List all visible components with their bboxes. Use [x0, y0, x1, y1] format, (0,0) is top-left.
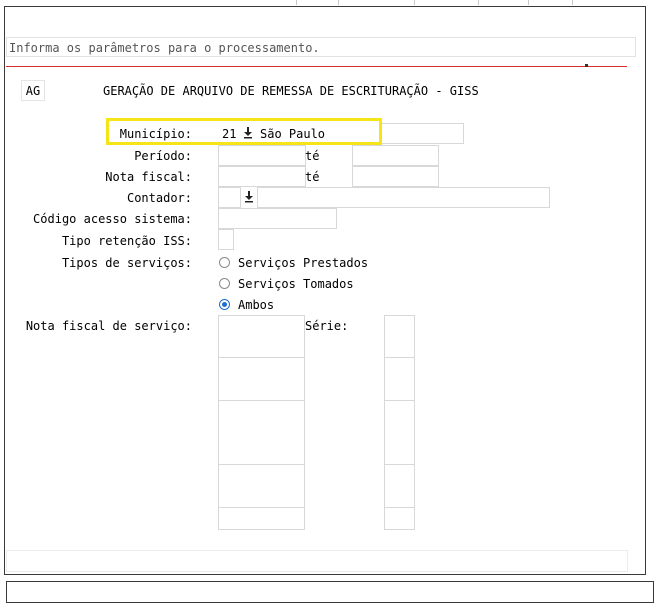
nota-fiscal-label: Nota fiscal:	[105, 170, 192, 184]
program-code: AG	[21, 80, 45, 101]
nf-serie-cell[interactable]	[384, 401, 415, 423]
nf-serie-cell[interactable]	[384, 486, 415, 508]
tipo-retencao-input[interactable]	[218, 229, 234, 250]
nota-fiscal-ate-label: té	[305, 170, 320, 184]
nf-number-cell[interactable]	[218, 443, 305, 465]
nf-number-cell[interactable]	[218, 422, 305, 444]
top-divider	[338, 0, 339, 5]
nf-servico-label: Nota fiscal de serviço:	[25, 319, 192, 333]
nf-number-cell[interactable]	[218, 486, 305, 508]
ambos-label: Ambos	[238, 298, 275, 312]
nf-serie-cell[interactable]	[384, 358, 415, 380]
top-divider	[478, 0, 479, 5]
serie-label: Série:	[305, 319, 349, 333]
tipos-servicos-label: Tipos de serviços:	[61, 256, 192, 270]
nf-serie-cell[interactable]	[384, 443, 415, 465]
radio-ambos[interactable]	[219, 299, 230, 310]
download-arrow-icon[interactable]	[243, 190, 255, 204]
nf-number-cell[interactable]	[218, 401, 305, 423]
top-divider	[528, 0, 529, 5]
nota-fiscal-from-input[interactable]	[218, 166, 306, 187]
nf-serie-cell[interactable]	[384, 379, 415, 401]
codigo-acesso-input[interactable]	[218, 208, 337, 229]
nf-number-cell[interactable]	[218, 465, 305, 487]
highlight-box	[106, 118, 382, 145]
top-divider	[414, 0, 415, 5]
contador-label: Contador:	[126, 191, 192, 205]
top-divider	[296, 0, 297, 5]
header-divider	[6, 66, 627, 67]
nf-serie-cell[interactable]	[384, 508, 415, 530]
servicos-prestados-label: Serviços Prestados	[238, 256, 369, 270]
nf-number-cell[interactable]	[218, 315, 305, 337]
radio-servicos-prestados[interactable]	[219, 257, 230, 268]
nf-serie-cell[interactable]	[384, 336, 415, 358]
divider-marker	[585, 64, 588, 67]
nf-number-cell[interactable]	[218, 336, 305, 358]
codigo-acesso-label: Código acesso sistema:	[33, 212, 192, 226]
bottom-panel	[6, 550, 628, 572]
nota-fiscal-to-input[interactable]	[352, 166, 439, 187]
message-bar: Informa os parâmetros para o processamen…	[6, 37, 636, 57]
contador-name-field	[257, 187, 550, 208]
nf-number-cell[interactable]	[218, 508, 305, 530]
nf-number-cell[interactable]	[218, 379, 305, 401]
nf-number-cell[interactable]	[218, 358, 305, 380]
contador-code-input[interactable]	[218, 187, 241, 208]
nf-serie-cell[interactable]	[384, 465, 415, 487]
right-margin	[648, 6, 659, 576]
nf-serie-cell[interactable]	[384, 315, 415, 337]
status-bar	[6, 581, 654, 603]
periodo-from-input[interactable]	[218, 145, 306, 166]
periodo-label: Período:	[134, 149, 192, 163]
periodo-ate-label: té	[305, 149, 320, 163]
periodo-to-input[interactable]	[352, 145, 439, 166]
top-divider	[572, 0, 573, 5]
page-title: GERAÇÃO DE ARQUIVO DE REMESSA DE ESCRITU…	[103, 84, 479, 98]
municipio-extra-field	[380, 123, 464, 144]
radio-servicos-tomados[interactable]	[219, 278, 230, 289]
tipo-retencao-label: Tipo retenção ISS:	[61, 234, 192, 248]
servicos-tomados-label: Serviços Tomados	[238, 277, 354, 291]
nf-serie-cell[interactable]	[384, 422, 415, 444]
